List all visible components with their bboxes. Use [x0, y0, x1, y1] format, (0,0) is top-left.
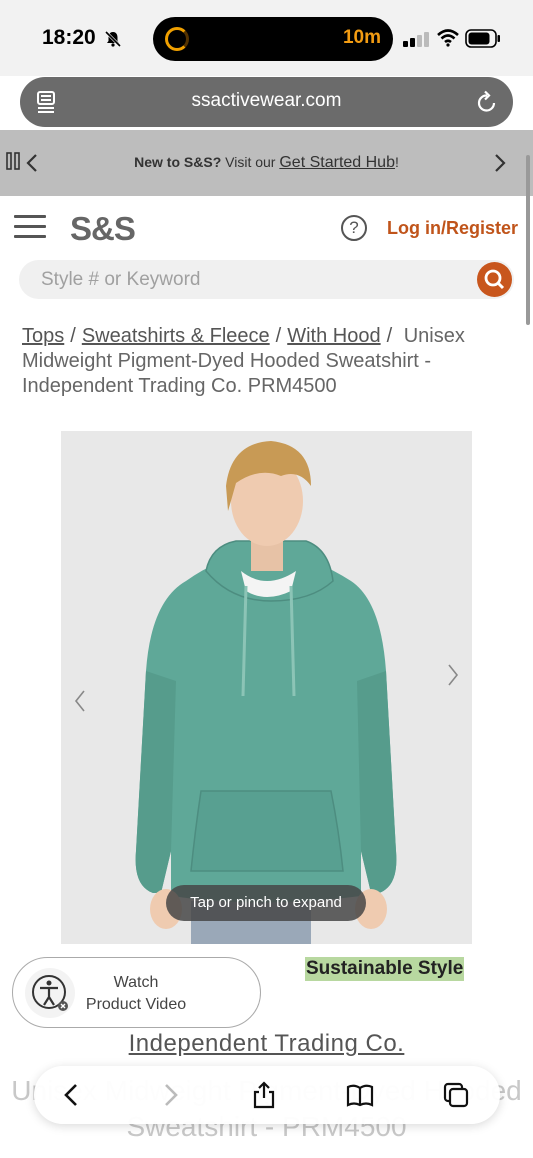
back-icon[interactable] — [58, 1081, 86, 1109]
reload-icon[interactable] — [475, 89, 499, 115]
sustainable-style-tag: Sustainable Style — [305, 957, 465, 981]
share-icon[interactable] — [250, 1081, 278, 1109]
watch-label: Watch — [113, 974, 159, 991]
product-video-label: Product Video — [85, 996, 187, 1013]
url-text[interactable]: ssactivewear.com — [20, 90, 513, 112]
status-bar: 18:20 10m — [0, 0, 533, 76]
wifi-icon — [437, 29, 459, 47]
address-bar[interactable]: ssactivewear.com — [20, 77, 513, 127]
tabs-icon[interactable] — [442, 1081, 470, 1109]
site-logo[interactable]: S&S — [70, 210, 136, 248]
get-started-link[interactable]: Get Started Hub — [279, 154, 395, 171]
search-bar — [19, 260, 514, 299]
browser-toolbar — [34, 1066, 500, 1124]
promo-text: New to S&S? Visit our Get Started Hub! — [0, 154, 533, 172]
help-icon[interactable]: ? — [341, 215, 367, 241]
promo-lead: New to S&S? — [134, 154, 222, 170]
breadcrumb-tops[interactable]: Tops — [22, 325, 64, 347]
search-input[interactable] — [41, 267, 461, 293]
hoodie-model-illustration — [61, 431, 472, 944]
expand-hint-tooltip: Tap or pinch to expand — [166, 885, 366, 921]
login-register-link[interactable]: Log in/Register — [387, 218, 518, 239]
battery-icon — [465, 29, 500, 48]
cellular-signal-icon — [403, 31, 431, 47]
bookmarks-icon[interactable] — [346, 1081, 374, 1109]
chevron-right-icon[interactable] — [446, 663, 460, 687]
search-icon — [484, 269, 505, 290]
promo-trail: ! — [394, 154, 399, 170]
chevron-right-icon[interactable] — [492, 152, 508, 174]
muted-bell-icon — [104, 30, 122, 48]
promo-body: Visit our — [221, 154, 280, 170]
promo-banner: New to S&S? Visit our Get Started Hub! — [0, 130, 533, 196]
chevron-left-icon[interactable] — [73, 689, 87, 713]
breadcrumb-with-hood[interactable]: With Hood — [287, 325, 380, 347]
page-scrollbar[interactable] — [526, 155, 530, 325]
brand-link[interactable]: Independent Trading Co. — [0, 1030, 533, 1058]
dynamic-island[interactable]: 10m — [153, 17, 393, 61]
accessibility-icon[interactable] — [25, 968, 75, 1018]
timer-ring-icon — [165, 27, 189, 51]
product-image[interactable]: Tap or pinch to expand — [61, 431, 472, 944]
clock: 18:20 — [42, 26, 96, 49]
timer-text: 10m — [342, 27, 381, 48]
forward-icon[interactable] — [156, 1081, 184, 1109]
breadcrumb: Tops / Sweatshirts & Fleece / With Hood / Uni… — [22, 325, 465, 397]
watch-product-video-button[interactable]: Watch Product Video — [12, 957, 261, 1028]
menu-icon[interactable] — [14, 215, 46, 241]
breadcrumb-sweatshirts-fleece[interactable]: Sweatshirts & Fleece — [82, 325, 270, 347]
search-button[interactable] — [477, 262, 512, 297]
watch-video-label[interactable]: Watch Product Video — [75, 972, 197, 1016]
